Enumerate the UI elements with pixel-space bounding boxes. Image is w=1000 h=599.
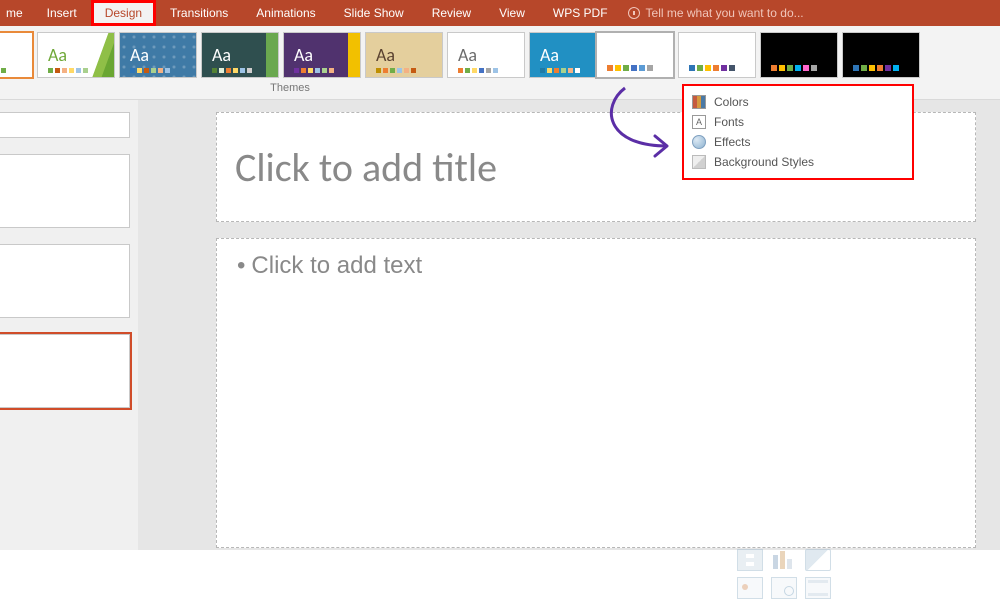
slide-thumbnails-panel xyxy=(0,100,138,550)
tab-home[interactable]: me xyxy=(0,0,33,26)
theme-thumb-4[interactable]: Aa xyxy=(283,32,361,78)
themes-group-label: Themes xyxy=(270,82,310,94)
theme-palette xyxy=(0,68,6,73)
tab-review[interactable]: Review xyxy=(418,0,485,26)
theme-aa-label: Aa xyxy=(48,44,67,66)
themes-row: AaAaAaAaAaAaAaAa▲▼▾ xyxy=(0,32,625,78)
fonts-icon: A xyxy=(692,115,706,129)
insert-smartart-icon[interactable] xyxy=(805,549,831,571)
theme-palette xyxy=(540,68,580,73)
variant-palette xyxy=(771,65,817,71)
title-placeholder-text: Click to add title xyxy=(235,143,497,192)
variants-colors[interactable]: Colors xyxy=(692,92,904,112)
theme-side-band xyxy=(266,33,278,77)
theme-aa-label: Aa xyxy=(376,44,395,66)
slide-thumb-4[interactable] xyxy=(0,334,130,408)
tab-slideshow[interactable]: Slide Show xyxy=(330,0,418,26)
theme-palette xyxy=(212,68,252,73)
variant-palette xyxy=(853,65,899,71)
themes-group: AaAaAaAaAaAaAaAa▲▼▾ Themes xyxy=(0,32,580,94)
insert-table-icon[interactable] xyxy=(737,549,763,571)
variant-palette xyxy=(607,65,653,71)
tab-transitions[interactable]: Transitions xyxy=(156,0,242,26)
theme-aa-label: Aa xyxy=(540,44,559,66)
colors-icon xyxy=(692,95,706,109)
tab-view[interactable]: View xyxy=(485,0,539,26)
variant-thumb-1[interactable] xyxy=(678,32,756,78)
theme-thumb-6[interactable]: Aa xyxy=(447,32,525,78)
theme-aa-label: Aa xyxy=(458,44,477,66)
bulb-icon xyxy=(628,7,640,19)
tab-insert[interactable]: Insert xyxy=(33,0,91,26)
effects-icon xyxy=(692,135,706,149)
variants-fonts[interactable]: A Fonts xyxy=(692,112,904,132)
theme-palette xyxy=(376,68,416,73)
bullet-icon: • xyxy=(237,252,245,279)
variants-effects[interactable]: Effects xyxy=(692,132,904,152)
content-placeholder[interactable]: •Click to add text xyxy=(216,238,976,548)
theme-side-band xyxy=(348,33,360,77)
theme-palette xyxy=(48,68,88,73)
variants-dropdown: Colors A Fonts Effects Background Styles xyxy=(682,84,914,180)
slide-thumb-1[interactable] xyxy=(0,112,130,138)
variant-thumb-3[interactable] xyxy=(842,32,920,78)
content-placeholder-text: •Click to add text xyxy=(237,251,955,280)
variants-background[interactable]: Background Styles xyxy=(692,152,904,172)
background-icon xyxy=(692,155,706,169)
variant-palette xyxy=(689,65,735,71)
theme-aa-label: Aa xyxy=(130,44,149,66)
variants-bg-label: Background Styles xyxy=(714,155,814,169)
variants-fonts-label: Fonts xyxy=(714,115,744,129)
tab-animations[interactable]: Animations xyxy=(242,0,329,26)
theme-palette xyxy=(130,68,170,73)
theme-palette xyxy=(458,68,498,73)
insert-chart-icon[interactable] xyxy=(771,549,797,571)
theme-thumb-5[interactable]: Aa xyxy=(365,32,443,78)
variant-thumb-2[interactable] xyxy=(760,32,838,78)
theme-aa-label: Aa xyxy=(294,44,313,66)
theme-thumb-3[interactable]: Aa xyxy=(201,32,279,78)
tell-me-search[interactable]: Tell me what you want to do... xyxy=(628,0,804,26)
insert-picture-icon[interactable] xyxy=(737,577,763,599)
variants-effects-label: Effects xyxy=(714,135,750,149)
content-placeholder-icons xyxy=(737,549,833,599)
tell-me-placeholder: Tell me what you want to do... xyxy=(646,6,804,20)
variant-thumb-0[interactable] xyxy=(596,32,674,78)
tab-design[interactable]: Design xyxy=(91,0,156,26)
theme-thumb-0[interactable]: Aa xyxy=(0,32,33,78)
theme-aa-label: Aa xyxy=(212,44,231,66)
theme-palette xyxy=(294,68,334,73)
annotation-arrow-icon xyxy=(595,84,695,174)
theme-thumb-1[interactable]: Aa xyxy=(37,32,115,78)
slide-thumb-3[interactable] xyxy=(0,244,130,318)
insert-video-icon[interactable] xyxy=(805,577,831,599)
content-placeholder-label: Click to add text xyxy=(251,252,422,279)
variants-colors-label: Colors xyxy=(714,95,749,109)
variants-row xyxy=(580,32,920,78)
theme-thumb-2[interactable]: Aa xyxy=(119,32,197,78)
ribbon-tabs: me Insert Design Transitions Animations … xyxy=(0,0,1000,26)
slide-thumb-2[interactable] xyxy=(0,154,130,228)
insert-online-picture-icon[interactable] xyxy=(771,577,797,599)
tab-wpspdf[interactable]: WPS PDF xyxy=(539,0,622,26)
